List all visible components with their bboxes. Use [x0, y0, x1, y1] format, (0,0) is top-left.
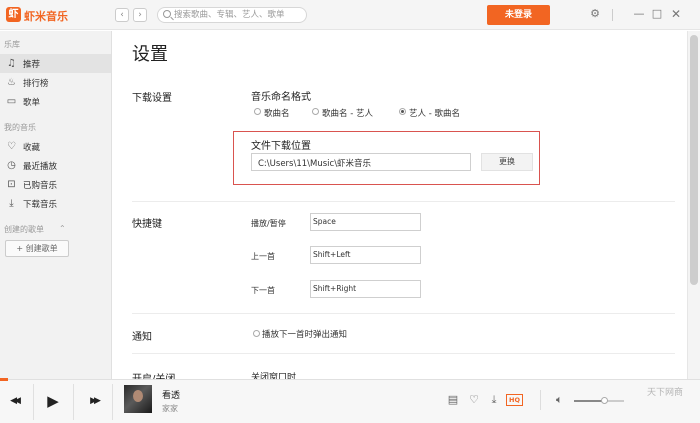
settings-gear-icon[interactable]: ⚙: [588, 7, 602, 21]
comment-icon[interactable]: ▤: [446, 393, 460, 407]
radio-label: 歌曲名 - 艺人: [322, 109, 373, 119]
notify-next-track-radio[interactable]: [253, 330, 260, 337]
heart-icon: ♡: [7, 141, 16, 152]
app-name: 虾米音乐: [24, 10, 68, 23]
search-input[interactable]: [174, 8, 304, 22]
favorite-heart-icon[interactable]: ♡: [467, 393, 481, 407]
download-icon: ⤓: [9, 198, 14, 209]
section-divider: [132, 313, 675, 314]
page-title: 设置: [132, 44, 168, 65]
hq-quality-badge[interactable]: HQ: [506, 394, 523, 406]
maximize-icon[interactable]: □: [650, 7, 664, 21]
album-cover[interactable]: [124, 385, 152, 413]
sidebar-item-label: 最近播放: [23, 162, 58, 172]
sidebar-item-label: 推荐: [23, 60, 41, 70]
settings-scrollbar[interactable]: [687, 31, 700, 379]
sidebar: 乐库 ♫ 推荐 ♨ 排行榜 ▭ 歌单 我的音乐 ♡ 收藏 ◷ 最近播放 ⊡ 已购…: [0, 31, 112, 379]
shortcut-label-next: 下一首: [251, 286, 275, 295]
download-path-field[interactable]: C:\Users\11\Music\虾米音乐: [251, 153, 471, 171]
radio-button[interactable]: [312, 108, 319, 115]
volume-knob[interactable]: [601, 397, 608, 404]
notify-next-track-label: 播放下一首时弹出通知: [262, 330, 348, 340]
search-box[interactable]: [157, 7, 307, 23]
created-playlists-heading: 创建的歌单: [4, 225, 44, 234]
cart-icon: ⊡: [7, 179, 16, 190]
change-location-button[interactable]: 更换: [481, 153, 533, 171]
library-heading: 乐库: [4, 40, 20, 49]
radio-label: 歌曲名: [264, 109, 290, 119]
sidebar-item-recommend[interactable]: ♫ 推荐: [0, 54, 111, 73]
title-bar: 虾 虾米音乐 ‹ › 未登录 ⚙ — □ ✕: [0, 0, 700, 30]
volume-fill: [574, 400, 604, 402]
shortcut-label-previous: 上一首: [251, 252, 275, 261]
playlist-icon: ▭: [6, 96, 17, 107]
scrollbar-thumb[interactable]: [690, 35, 698, 285]
volume-icon[interactable]: 🔈︎: [556, 393, 563, 407]
naming-format-title: 音乐命名格式: [251, 92, 311, 103]
player-bar: ◀◀ ▶ ▶▶ 看透 家家 ▤ ♡ ⤓ HQ 🔈︎ 天下网商: [0, 378, 700, 423]
clock-icon: ◷: [7, 160, 16, 171]
radio-button[interactable]: [254, 108, 261, 115]
volume-slider[interactable]: [574, 397, 624, 404]
settings-panel: 设置 下载设置 音乐命名格式 歌曲名 歌曲名 - 艺人 艺人 - 歌曲名 文件下…: [113, 31, 687, 379]
download-section-label: 下载设置: [132, 93, 172, 104]
music-note-icon: ♫: [7, 58, 16, 69]
login-button[interactable]: 未登录: [487, 5, 550, 25]
section-divider: [132, 353, 675, 354]
search-icon: [163, 10, 171, 18]
sidebar-item-purchased[interactable]: ⊡ 已购音乐: [0, 175, 111, 194]
control-divider: [33, 384, 34, 420]
notify-section-label: 通知: [132, 332, 152, 343]
create-playlist-button[interactable]: + 创建歌单: [5, 240, 69, 257]
shortcut-field-play-pause[interactable]: Space: [310, 213, 421, 231]
shortcut-field-next[interactable]: Shift+Right: [310, 280, 421, 298]
sidebar-item-label: 歌单: [23, 98, 41, 108]
radio-button-selected[interactable]: [399, 108, 406, 115]
shortcut-field-previous[interactable]: Shift+Left: [310, 246, 421, 264]
titlebar-divider: [612, 9, 613, 21]
playback-progress[interactable]: [0, 378, 8, 381]
sidebar-item-downloads[interactable]: ⤓ 下载音乐: [0, 194, 111, 213]
back-button[interactable]: ‹: [115, 8, 129, 22]
shortcut-label-play-pause: 播放/暂停: [251, 219, 286, 228]
flame-icon: ♨: [7, 77, 16, 88]
shortcuts-section-label: 快捷键: [132, 219, 162, 230]
download-track-icon[interactable]: ⤓: [487, 393, 501, 407]
play-icon[interactable]: ▶: [42, 392, 64, 410]
app-logo-icon: 虾: [6, 7, 21, 22]
watermark: 天下网商: [646, 388, 683, 398]
download-location-title: 文件下载位置: [251, 141, 311, 152]
previous-track-icon[interactable]: ◀◀: [4, 392, 24, 410]
sidebar-item-label: 下载音乐: [23, 200, 58, 210]
startup-section-label: 开启/关闭: [132, 370, 175, 379]
my-music-heading: 我的音乐: [4, 123, 36, 132]
section-divider: [132, 201, 675, 202]
sidebar-item-recent[interactable]: ◷ 最近播放: [0, 156, 111, 175]
sidebar-item-label: 排行榜: [23, 79, 49, 89]
sidebar-item-favorites[interactable]: ♡ 收藏: [0, 137, 111, 156]
sidebar-item-charts[interactable]: ♨ 排行榜: [0, 73, 111, 92]
player-divider: [540, 390, 541, 410]
forward-button[interactable]: ›: [133, 8, 147, 22]
collapse-caret-icon[interactable]: ⌃: [59, 224, 66, 233]
sidebar-item-label: 已购音乐: [23, 181, 58, 191]
close-icon[interactable]: ✕: [669, 7, 683, 21]
sidebar-item-playlists[interactable]: ▭ 歌单: [0, 92, 111, 111]
song-title[interactable]: 看透: [162, 388, 180, 401]
next-track-icon[interactable]: ▶▶: [84, 392, 104, 410]
close-window-label: 关闭窗口时: [251, 373, 297, 379]
control-divider: [73, 384, 74, 420]
sidebar-item-label: 收藏: [23, 143, 41, 153]
minimize-icon[interactable]: —: [632, 7, 646, 21]
radio-label: 艺人 - 歌曲名: [409, 109, 460, 119]
song-artist[interactable]: 家家: [162, 403, 178, 414]
control-divider: [112, 384, 113, 420]
